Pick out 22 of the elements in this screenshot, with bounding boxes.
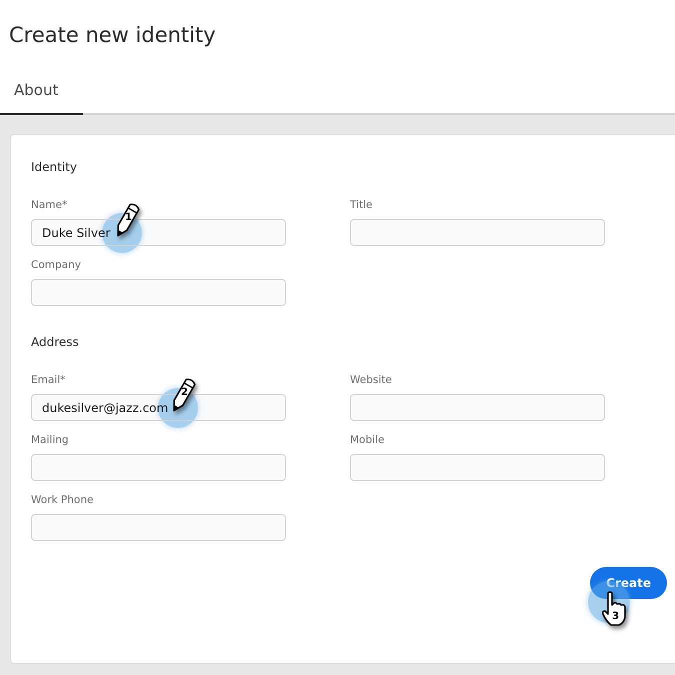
input-field[interactable]: [350, 454, 605, 481]
input-field[interactable]: Duke Silver: [31, 219, 286, 246]
field-label: Mailing: [31, 433, 70, 448]
section-heading: Address: [31, 334, 80, 351]
section-heading: Identity: [31, 159, 78, 176]
field-label: Title: [350, 198, 374, 213]
input-field[interactable]: [350, 394, 605, 421]
hand-cursor-icon: [600, 591, 628, 627]
field-label: Email*: [31, 373, 66, 388]
input-field[interactable]: [350, 219, 605, 246]
input-field[interactable]: [31, 454, 286, 481]
field-label: Website: [350, 373, 393, 388]
input-field[interactable]: dukesilver@jazz.com: [31, 394, 286, 421]
create-button[interactable]: Create: [590, 567, 667, 599]
input-field[interactable]: [31, 279, 286, 306]
input-field[interactable]: [31, 514, 286, 541]
field-label: Work Phone: [31, 493, 94, 508]
field-label: Name*: [31, 198, 68, 213]
field-label: Mobile: [350, 433, 386, 448]
page-title: Create new identity: [8, 22, 217, 49]
step-number: 3: [612, 611, 620, 622]
field-label: Company: [31, 258, 82, 273]
